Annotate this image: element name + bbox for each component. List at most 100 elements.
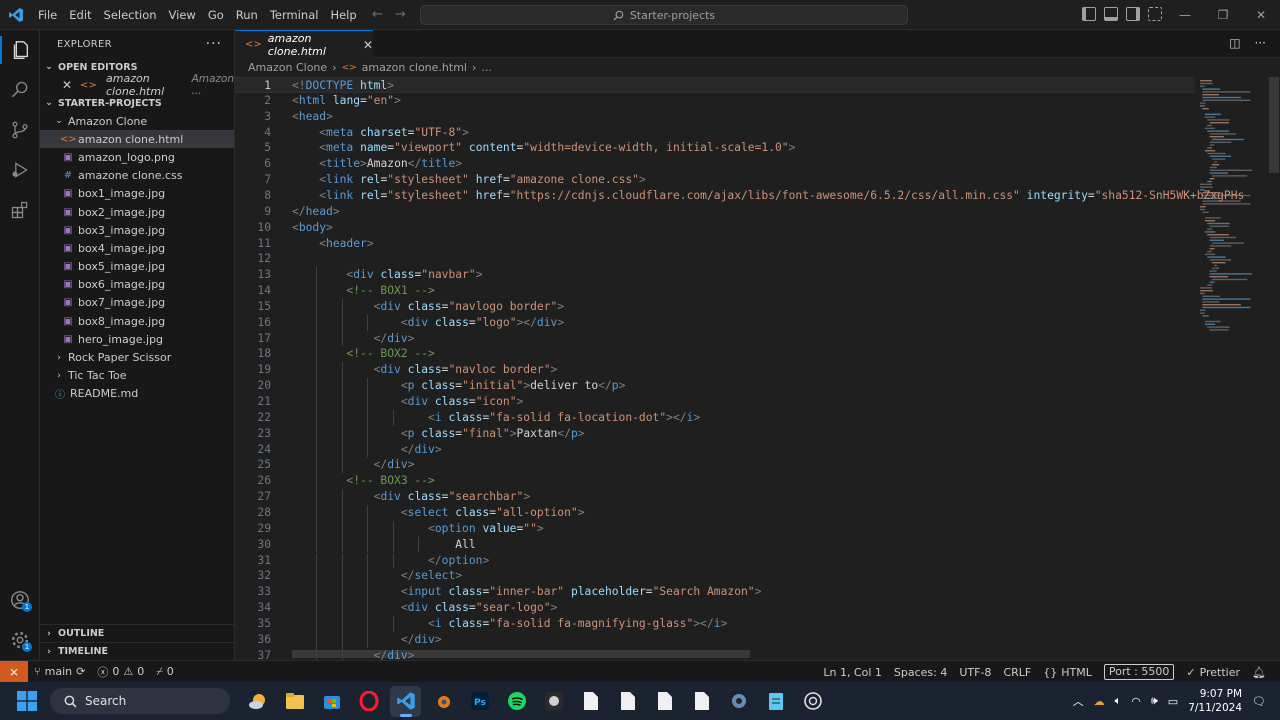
code-line[interactable]: 18 <!-- BOX2 -->: [235, 346, 1195, 362]
menu-selection[interactable]: Selection: [98, 0, 163, 30]
code-line[interactable]: 6 <title>Amazon</title>: [235, 156, 1195, 172]
breadcrumb-symbol[interactable]: ...: [481, 61, 492, 74]
toggle-primary-sidebar-icon[interactable]: [1082, 7, 1096, 21]
document-icon[interactable]: [686, 686, 717, 717]
run-debug-icon[interactable]: [0, 150, 40, 190]
file-item[interactable]: ▣ hero_image.jpg: [40, 330, 234, 348]
search-icon[interactable]: [0, 70, 40, 110]
restore-icon[interactable]: ❐: [1204, 0, 1242, 30]
manage-gear-icon[interactable]: 1: [0, 620, 40, 660]
code-line[interactable]: 2 <html lang="en">: [235, 93, 1195, 109]
speaker-icon[interactable]: 🔈︎: [1115, 694, 1122, 708]
live-server-port[interactable]: Port : 5500: [1098, 664, 1181, 680]
code-line[interactable]: 4 <meta charset="UTF-8">: [235, 125, 1195, 141]
minimize-icon[interactable]: —: [1166, 0, 1204, 30]
back-arrow-icon[interactable]: ←: [372, 7, 383, 22]
open-editor-item[interactable]: ✕ <> amazon clone.html Amazon ...: [40, 72, 234, 98]
file-item[interactable]: ▣ box5_image.jpg: [40, 258, 234, 276]
command-center[interactable]: Starter-projects: [420, 5, 908, 25]
chatgpt-icon[interactable]: [797, 686, 828, 717]
code-line[interactable]: 30 All: [235, 537, 1195, 553]
notifications-bell-icon[interactable]: 🔔︎: [1246, 666, 1272, 679]
outline-section[interactable]: › OUTLINE: [40, 624, 235, 642]
menu-file[interactable]: File: [32, 0, 63, 30]
code-line[interactable]: 21 <div class="icon">: [235, 394, 1195, 410]
document-icon[interactable]: [612, 686, 643, 717]
code-line[interactable]: 8 <link rel="stylesheet" href="https://c…: [235, 188, 1244, 204]
photoshop-icon[interactable]: Ps: [464, 686, 495, 717]
folder-rock-paper-scissor[interactable]: › Rock Paper Scissor: [40, 348, 234, 366]
chevron-up-icon[interactable]: ︿: [1073, 693, 1084, 709]
remote-icon[interactable]: ⨯: [0, 660, 28, 683]
toggle-panel-icon[interactable]: [1104, 7, 1118, 21]
vertical-scrollbar[interactable]: [1268, 77, 1280, 660]
volume-icon[interactable]: 🕪︎: [1151, 694, 1158, 708]
line-ending[interactable]: CRLF: [997, 666, 1037, 679]
clock[interactable]: 9:07 PM 7/11/2024: [1188, 687, 1242, 715]
code-line[interactable]: 22 <i class="fa-solid fa-location-dot"><…: [235, 410, 1195, 426]
close-tab-icon[interactable]: ✕: [363, 38, 373, 52]
notepad-icon[interactable]: [760, 686, 791, 717]
menu-run[interactable]: Run: [230, 0, 264, 30]
code-line[interactable]: 14 <!-- BOX1 -->: [235, 283, 1195, 299]
code-line[interactable]: 15 <div class="navlogo border">: [235, 299, 1195, 315]
branch-indicator[interactable]: ⑂ main ⟳: [28, 665, 91, 678]
menu-terminal[interactable]: Terminal: [264, 0, 325, 30]
code-line[interactable]: 16 <div class="logo"></div>: [235, 315, 1195, 331]
tab-amazon-clone-html[interactable]: <> amazon clone.html ✕: [235, 30, 373, 58]
store-icon[interactable]: [316, 686, 347, 717]
document-icon[interactable]: [649, 686, 680, 717]
code-line[interactable]: 3 <head>: [235, 109, 1195, 125]
taskbar-search[interactable]: Search: [50, 688, 230, 714]
code-line[interactable]: 37 </div>: [235, 648, 1195, 660]
file-item[interactable]: ▣ box1_image.jpg: [40, 185, 234, 203]
file-item[interactable]: <> amazon clone.html: [40, 130, 234, 149]
customize-layout-icon[interactable]: [1148, 7, 1162, 21]
ports-indicator[interactable]: ⌿ 0: [150, 665, 180, 679]
code-editor[interactable]: 1 <!DOCTYPE html> 2 <html lang="en"> 3 <head>…: [235, 77, 1280, 660]
extensions-icon[interactable]: [0, 190, 40, 230]
code-line[interactable]: 1 <!DOCTYPE html>: [235, 77, 1195, 93]
file-item[interactable]: ▣ box2_image.jpg: [40, 203, 234, 221]
problems-indicator[interactable]: ⓧ 0 ⚠ 0: [91, 664, 150, 680]
close-editor-icon[interactable]: ✕: [62, 78, 72, 92]
more-actions-icon[interactable]: ···: [1255, 36, 1266, 50]
copilot-icon[interactable]: ☁: [1094, 695, 1105, 708]
file-item[interactable]: ▣ box4_image.jpg: [40, 239, 234, 257]
folder-tic-tac-toe[interactable]: › Tic Tac Toe: [40, 367, 234, 385]
menu-go[interactable]: Go: [202, 0, 230, 30]
breadcrumb-file[interactable]: amazon clone.html: [362, 61, 467, 74]
code-line[interactable]: 23 <p class="final">Paxtan</p>: [235, 426, 1195, 442]
language-mode[interactable]: {} HTML: [1037, 666, 1098, 679]
source-control-icon[interactable]: [0, 110, 40, 150]
code-line[interactable]: 27 <div class="searchbar">: [235, 489, 1195, 505]
file-item[interactable]: ▣ box3_image.jpg: [40, 221, 234, 239]
code-line[interactable]: 12: [235, 251, 1195, 267]
wifi-icon[interactable]: ◠: [1131, 695, 1141, 708]
vscode-app-icon[interactable]: [390, 685, 421, 717]
scrollbar-thumb[interactable]: [1269, 77, 1279, 173]
more-actions-icon[interactable]: ···: [206, 36, 222, 52]
timeline-section[interactable]: › TIMELINE: [40, 642, 235, 660]
notification-icon[interactable]: 🗨︎: [1252, 695, 1266, 708]
file-item[interactable]: ▣ box8_image.jpg: [40, 312, 234, 330]
split-editor-icon[interactable]: ◫: [1229, 36, 1240, 50]
code-line[interactable]: 32 </select>: [235, 568, 1195, 584]
code-line[interactable]: 19 <div class="navloc border">: [235, 362, 1195, 378]
forward-arrow-icon[interactable]: →: [395, 7, 406, 22]
code-line[interactable]: 7 <link rel="stylesheet" href="amazone c…: [235, 172, 1195, 188]
code-line[interactable]: 13 <div class="navbar">: [235, 267, 1195, 283]
file-item[interactable]: # amazone clone.css: [40, 167, 234, 185]
code-line[interactable]: 36 </div>: [235, 632, 1195, 648]
file-item[interactable]: ▣ box7_image.jpg: [40, 294, 234, 312]
menu-edit[interactable]: Edit: [63, 0, 97, 30]
code-line[interactable]: 29 <option value="">: [235, 521, 1195, 537]
file-explorer-icon[interactable]: [279, 686, 310, 717]
accounts-icon[interactable]: 1: [0, 580, 40, 620]
code-line[interactable]: 33 <input class="inner-bar" placeholder=…: [235, 584, 1195, 600]
code-line[interactable]: 28 <select class="all-option">: [235, 505, 1195, 521]
opera-browser-icon[interactable]: [353, 686, 384, 717]
breadcrumb-folder[interactable]: Amazon Clone: [248, 61, 327, 74]
battery-icon[interactable]: ▭: [1168, 695, 1178, 708]
code-line[interactable]: 34 <div class="sear-logo">: [235, 600, 1195, 616]
